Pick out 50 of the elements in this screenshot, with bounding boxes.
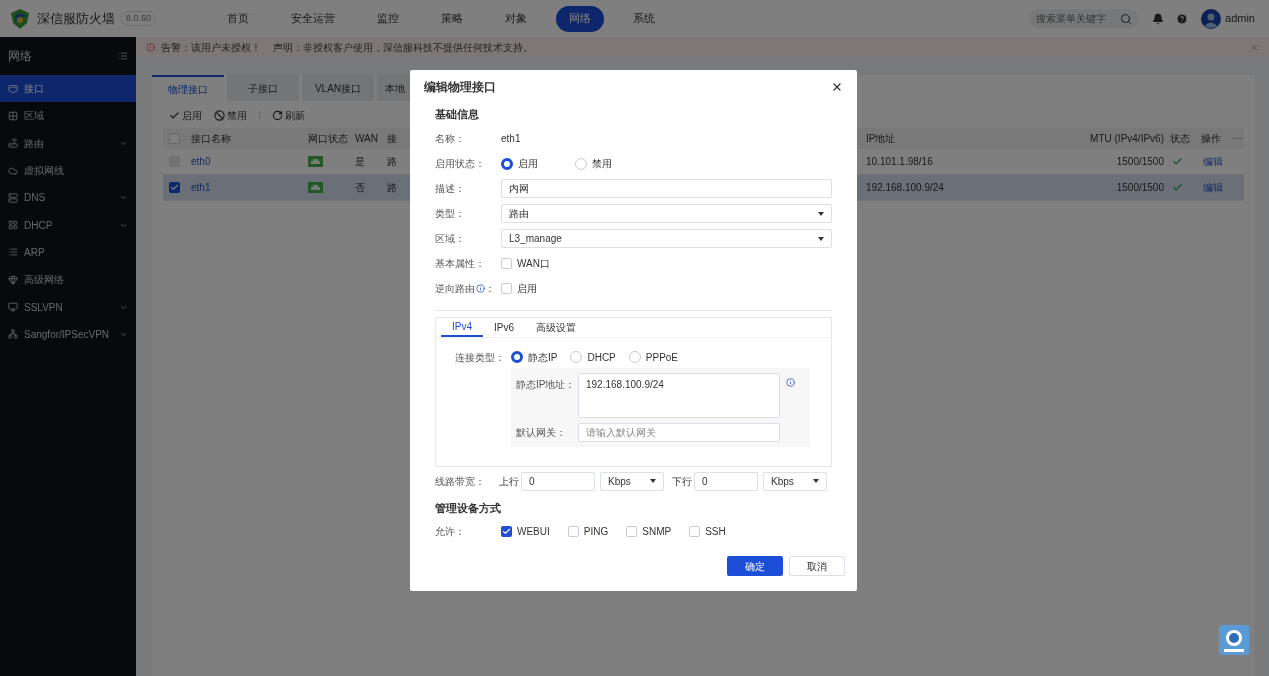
field-label: 类型： [435, 207, 465, 221]
field-label: 默认网关： [516, 426, 567, 440]
checkbox-label: SNMP [642, 525, 672, 539]
field-label: 允许： [435, 525, 465, 539]
table-cell-text: 路 [387, 155, 398, 169]
field-label: 名称： [435, 132, 465, 146]
field-label: 连接类型： [455, 350, 506, 365]
section-title: 基础信息 [435, 107, 480, 123]
column-header: WAN [354, 132, 379, 146]
column-header: 状态 [1169, 132, 1191, 146]
section-title: 管理设备方式 [435, 501, 502, 517]
column-header: 网口状态 [307, 132, 349, 146]
checkbox-label: WAN口 [517, 257, 550, 271]
field-label: 上行 [499, 474, 520, 489]
radio-label: PPPoE [645, 350, 679, 365]
product-name: 深信服防火墙 [37, 9, 115, 28]
field-label: 静态IP地址： [516, 378, 577, 392]
radio-label: 启用 [518, 157, 538, 171]
checkbox-label: 启用 [517, 282, 537, 296]
field-label: 描述： [435, 182, 465, 196]
table-cell-text: 1500/1500 [1115, 155, 1165, 169]
radio-label: 禁用 [592, 157, 612, 171]
field-label: 基本属性： [435, 257, 485, 271]
column-header: 操作 [1200, 132, 1222, 146]
column-header: MTU (IPv4/IPv6) [1089, 132, 1165, 146]
checkbox-label: SSH [705, 525, 726, 539]
radio-label: 静态IP [528, 350, 558, 365]
label-colon: ： [485, 282, 495, 296]
column-header: IP地址 [866, 132, 897, 146]
field-label: 启用状态： [435, 157, 485, 171]
table-cell-text: 否 [354, 181, 366, 195]
dialog-title: 编辑物理接口 [424, 78, 496, 96]
table-cell-text: 1500/1500 [1115, 181, 1165, 195]
column-header: 接口名称 [190, 132, 232, 146]
field-value: eth1 [501, 132, 521, 146]
table-cell-text: 10.101.1.98/16 [866, 155, 934, 169]
radio-label: DHCP [587, 350, 616, 365]
field-label: 逆向路由 [435, 282, 475, 296]
field-label: 线路带宽： [435, 474, 486, 489]
table-cell-text: 是 [354, 155, 366, 169]
field-label: 下行 [672, 474, 693, 489]
checkbox-label: WEBUI [517, 525, 550, 539]
sidebar-title: 网络 [8, 48, 32, 65]
field-label: 区域： [435, 232, 465, 246]
column-header: 接 [387, 132, 398, 146]
alert-text: 告警：该用户未授权！ [161, 40, 261, 55]
table-cell-text: 192.168.100.9/24 [866, 181, 945, 195]
table-cell-text: 路 [387, 181, 398, 195]
alert-text: 声明：非授权客户使用，深信服科技不提供任何技术支持。 [273, 40, 533, 55]
checkbox-label: PING [583, 525, 609, 539]
